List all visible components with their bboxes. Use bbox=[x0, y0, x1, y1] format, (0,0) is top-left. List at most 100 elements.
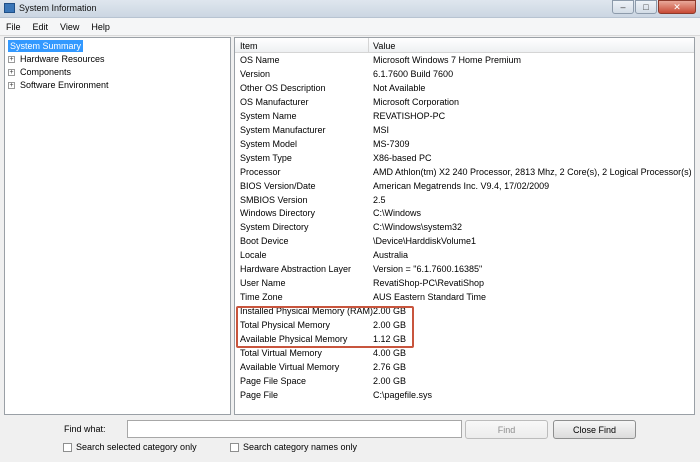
column-header-value[interactable]: Value bbox=[373, 41, 395, 51]
row-item-cell: Hardware Abstraction Layer bbox=[240, 264, 352, 275]
row-value-cell: American Megatrends Inc. V9.4, 17/02/200… bbox=[373, 180, 550, 191]
table-row[interactable]: Processor AMD Athlon(tm) X2 240 Processor… bbox=[235, 165, 694, 179]
row-item-cell: System Name bbox=[240, 110, 297, 121]
row-item-cell: User Name bbox=[240, 278, 286, 289]
expand-plus-icon[interactable]: + bbox=[8, 68, 15, 76]
row-value-cell: Version = "6.1.7600.16385" bbox=[373, 264, 483, 275]
system-information-icon bbox=[4, 3, 15, 13]
find-input[interactable] bbox=[127, 420, 462, 438]
table-row[interactable]: BIOS Version/Date American Megatrends Inc… bbox=[235, 179, 694, 193]
row-item-cell: Other OS Description bbox=[240, 82, 326, 93]
table-row[interactable]: User Name RevatiShop-PC\RevatiShop bbox=[235, 276, 694, 290]
row-item-cell: Time Zone bbox=[240, 292, 283, 303]
row-value-cell: Not Available bbox=[373, 82, 426, 93]
table-row[interactable]: System Model MS-7309 bbox=[235, 137, 694, 151]
row-value-cell: MSI bbox=[373, 124, 390, 135]
table-row[interactable]: Page File C:\pagefile.sys bbox=[235, 388, 694, 402]
search-names-checkbox[interactable] bbox=[230, 442, 239, 452]
row-value-cell: X86-based PC bbox=[373, 152, 432, 163]
window-controls: – □ ✕ bbox=[611, 0, 696, 15]
menu-edit[interactable]: Edit bbox=[27, 18, 55, 35]
row-value-cell: 2.5 bbox=[373, 194, 386, 205]
tree-item-software-environment[interactable]: + Software Environment bbox=[8, 79, 111, 91]
table-row[interactable]: Available Virtual Memory 2.76 GB bbox=[235, 360, 694, 374]
table-row[interactable]: OS Manufacturer Microsoft Corporation bbox=[235, 95, 694, 109]
row-item-cell: BIOS Version/Date bbox=[240, 180, 316, 191]
row-item-cell: Locale bbox=[240, 250, 267, 261]
row-value-cell: Microsoft Windows 7 Home Premium bbox=[373, 55, 522, 65]
row-item-cell: Processor bbox=[240, 166, 281, 177]
row-item-cell: System Type bbox=[240, 152, 292, 163]
row-item-cell: Boot Device bbox=[240, 236, 289, 247]
row-value-cell: AUS Eastern Standard Time bbox=[373, 292, 487, 303]
menu-help[interactable]: Help bbox=[85, 18, 116, 35]
table-row[interactable]: OS Name Microsoft Windows 7 Home Premium bbox=[235, 53, 694, 67]
table-row[interactable]: Hardware Abstraction Layer Version = "6.1… bbox=[235, 262, 694, 276]
table-row[interactable]: Boot Device \Device\HarddiskVolume1 bbox=[235, 234, 694, 248]
expand-plus-icon[interactable]: + bbox=[8, 81, 15, 89]
tree-item-label: Components bbox=[20, 67, 72, 77]
find-button[interactable]: Find bbox=[465, 420, 548, 439]
row-value-cell: 6.1.7600 Build 7600 bbox=[373, 68, 454, 79]
row-item-cell: SMBIOS Version bbox=[240, 194, 308, 205]
tree-item-system-summary[interactable]: System Summary bbox=[8, 40, 84, 52]
row-item-cell: Total Virtual Memory bbox=[240, 347, 322, 358]
expand-plus-icon[interactable]: + bbox=[8, 55, 15, 63]
category-tree[interactable]: System Summary + Hardware Resources + Co… bbox=[4, 37, 231, 415]
row-value-cell: MS-7309 bbox=[373, 138, 410, 149]
row-item-cell: OS Name bbox=[240, 55, 280, 65]
row-value-cell: C:\Windows\system32 bbox=[373, 222, 463, 233]
search-names-label: Search category names only bbox=[243, 442, 358, 452]
tree-item-hardware-resources[interactable]: + Hardware Resources bbox=[8, 53, 107, 65]
row-item-cell: Available Virtual Memory bbox=[240, 361, 340, 372]
table-row[interactable]: System Name REVATISHOP-PC bbox=[235, 109, 694, 123]
row-value-cell: REVATISHOP-PC bbox=[373, 110, 446, 121]
row-value-cell: Microsoft Corporation bbox=[373, 96, 460, 107]
row-item-cell: Page File bbox=[240, 389, 279, 400]
table-row[interactable]: Locale Australia bbox=[235, 248, 694, 262]
row-item-cell: Page File Space bbox=[240, 375, 307, 386]
table-header: Item Value bbox=[235, 38, 694, 53]
table-row[interactable]: SMBIOS Version 2.5 bbox=[235, 193, 694, 207]
memory-highlight-box bbox=[236, 306, 414, 348]
close-find-button[interactable]: Close Find bbox=[553, 420, 636, 439]
row-value-cell: \Device\HarddiskVolume1 bbox=[373, 236, 477, 247]
menu-view[interactable]: View bbox=[54, 18, 85, 35]
row-item-cell: System Model bbox=[240, 138, 298, 149]
table-row[interactable]: Page File Space 2.00 GB bbox=[235, 374, 694, 388]
column-divider[interactable] bbox=[368, 38, 369, 52]
details-table: Item Value OS Name Microsoft Windows 7 Ho… bbox=[234, 37, 695, 415]
row-item-cell: OS Manufacturer bbox=[240, 96, 309, 107]
table-row[interactable]: Version 6.1.7600 Build 7600 bbox=[235, 67, 694, 81]
row-item-cell: Windows Directory bbox=[240, 208, 316, 219]
minimize-button[interactable]: – bbox=[612, 0, 634, 14]
search-selected-option[interactable]: Search selected category only bbox=[63, 442, 197, 452]
row-value-cell: AMD Athlon(tm) X2 240 Processor, 2813 Mh… bbox=[373, 166, 692, 177]
search-selected-checkbox[interactable] bbox=[63, 442, 72, 452]
table-row[interactable]: Time Zone AUS Eastern Standard Time bbox=[235, 290, 694, 304]
menu-file[interactable]: File bbox=[0, 18, 27, 35]
table-row[interactable]: System Directory C:\Windows\system32 bbox=[235, 220, 694, 234]
maximize-button[interactable]: □ bbox=[635, 0, 657, 14]
row-value-cell: RevatiShop-PC\RevatiShop bbox=[373, 278, 485, 289]
row-item-cell: System Manufacturer bbox=[240, 124, 326, 135]
find-label: Find what: bbox=[64, 424, 106, 434]
column-header-item[interactable]: Item bbox=[240, 41, 258, 51]
row-item-cell: Version bbox=[240, 68, 271, 79]
row-item-cell: System Directory bbox=[240, 222, 309, 233]
table-row[interactable]: Windows Directory C:\Windows bbox=[235, 206, 694, 220]
table-row[interactable]: Total Virtual Memory 4.00 GB bbox=[235, 346, 694, 360]
table-row[interactable]: System Manufacturer MSI bbox=[235, 123, 694, 137]
row-value-cell: C:\pagefile.sys bbox=[373, 389, 433, 400]
close-button[interactable]: ✕ bbox=[658, 0, 696, 14]
tree-item-components[interactable]: + Components bbox=[8, 66, 73, 78]
tree-item-label: System Summary bbox=[8, 40, 84, 52]
menu-bar: File Edit View Help bbox=[0, 18, 700, 36]
search-names-option[interactable]: Search category names only bbox=[230, 442, 357, 452]
table-row[interactable]: Other OS Description Not Available bbox=[235, 81, 694, 95]
table-row[interactable]: System Type X86-based PC bbox=[235, 151, 694, 165]
window-title: System Information bbox=[19, 3, 97, 13]
row-value-cell: Australia bbox=[373, 250, 409, 261]
search-selected-label: Search selected category only bbox=[76, 442, 197, 452]
row-value-cell: 2.00 GB bbox=[373, 375, 407, 386]
